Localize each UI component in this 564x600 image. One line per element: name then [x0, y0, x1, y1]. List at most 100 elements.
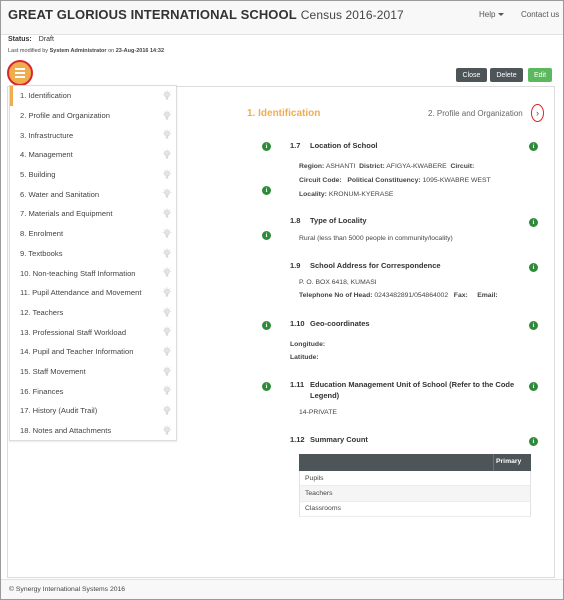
sidebar-item-label: 3. Infrastructure — [20, 130, 74, 140]
menu-bar-icon — [15, 72, 25, 74]
lightbulb-icon — [162, 405, 172, 417]
lightbulb-icon — [162, 247, 172, 260]
delete-button[interactable]: Delete — [490, 68, 523, 82]
sidebar-item[interactable]: 6. Water and Sanitation — [10, 184, 176, 204]
fax-label: Fax: — [453, 292, 468, 299]
section-title-text: Summary Count — [310, 435, 368, 444]
longitude-label-text: Longitude: — [290, 341, 326, 348]
phone-value: 0243482891/054864002 — [374, 292, 449, 299]
info-icon[interactable]: i — [262, 231, 271, 240]
hamburger-menu-button[interactable] — [7, 60, 33, 86]
sidebar-item[interactable]: 2. Profile and Organization — [10, 106, 176, 126]
district-value: AFIGYA-KWABERE — [386, 163, 447, 170]
census-label: Census 2016-2017 — [300, 8, 404, 22]
lightbulb-icon — [162, 90, 172, 102]
lightbulb-icon — [162, 228, 172, 240]
tab-identification[interactable]: 1. Identification — [247, 108, 320, 119]
sidebar-item[interactable]: 8. Enrolment — [10, 224, 176, 244]
lightbulb-icon — [162, 287, 172, 299]
section-title-text: Location of School — [310, 141, 378, 150]
contact-us-link[interactable]: Contact us — [521, 10, 559, 19]
sidebar-item[interactable]: 3. Infrastructure — [10, 125, 176, 145]
section-title: 1.10 Geo-coordinates — [290, 319, 370, 328]
lightbulb-icon — [162, 306, 172, 319]
sidebar-item[interactable]: 14. Pupil and Teacher Information — [10, 342, 176, 362]
status-line: Status: Draft — [8, 36, 54, 43]
info-icon[interactable]: i — [529, 263, 538, 272]
info-icon[interactable]: i — [529, 437, 538, 446]
modified-date: 23-Aug-2016 14:32 — [115, 48, 165, 54]
section-title-continued: Legend) — [310, 391, 340, 400]
section-title-text: Geo-coordinates — [310, 319, 370, 328]
sidebar-item[interactable]: 10. Non-teaching Staff Information — [10, 263, 176, 283]
sidebar-item[interactable]: 5. Building — [10, 165, 176, 185]
tab-profile-organization[interactable]: 2. Profile and Organization — [428, 109, 523, 118]
latitude-label-text: Latitude: — [290, 354, 319, 361]
locality-value: KRONUM-KYERASE — [328, 191, 394, 198]
sidebar-item-label: 17. History (Audit Trail) — [20, 406, 98, 416]
sidebar-item[interactable]: 16. Finances — [10, 381, 176, 401]
last-modified-line: Last modified by System Administrator on… — [8, 48, 164, 54]
sidebar-item[interactable]: 12. Teachers — [10, 303, 176, 323]
info-icon[interactable]: i — [529, 142, 538, 151]
section-title-text: Type of Locality — [310, 216, 367, 225]
sidebar-item-label: 15. Staff Movement — [20, 366, 86, 376]
sidebar-item[interactable]: 7. Materials and Equipment — [10, 204, 176, 224]
sidebar-item[interactable]: 9. Textbooks — [10, 244, 176, 264]
sidebar-item[interactable]: 1. Identification — [10, 86, 176, 106]
section-menu: 1. Identification 2. Profile and Organiza… — [9, 85, 177, 441]
latitude-label: Latitude: — [290, 354, 319, 361]
section-number: 1.8 — [290, 216, 301, 225]
info-icon[interactable]: i — [262, 321, 271, 330]
address-value: P. O. BOX 6418, KUMASI — [299, 279, 377, 286]
info-icon[interactable]: i — [262, 186, 271, 195]
lightbulb-icon — [162, 149, 172, 161]
info-icon[interactable]: i — [529, 321, 538, 330]
sidebar-item[interactable]: 15. Staff Movement — [10, 362, 176, 382]
edit-button[interactable]: Edit — [528, 68, 552, 82]
modified-on-label: on — [108, 48, 115, 54]
info-icon[interactable]: i — [262, 142, 271, 151]
status-value: Draft — [38, 36, 54, 43]
address-contact-line: Telephone No of Head: 0243482891/0548640… — [299, 292, 498, 299]
lightbulb-icon — [162, 267, 172, 279]
next-section-button[interactable]: › — [531, 104, 544, 122]
constituency-value: 1095-KWABRE WEST — [422, 177, 491, 184]
sidebar-item-label: 11. Pupil Attendance and Movement — [20, 288, 142, 298]
lightbulb-icon — [162, 208, 172, 220]
sidebar-item-label: 8. Enrolment — [20, 229, 64, 239]
location-line-3: Locality: KRONUM-KYERASE — [299, 191, 393, 198]
emu-value: 14-PRIVATE — [299, 409, 337, 416]
help-menu[interactable]: Help — [479, 10, 505, 19]
sidebar-item-label: 7. Materials and Equipment — [20, 209, 113, 219]
column-divider — [493, 454, 494, 471]
caret-down-icon — [498, 13, 505, 17]
section-title: 1.9 School Address for Correspondence — [290, 261, 441, 270]
info-icon[interactable]: i — [529, 382, 538, 391]
circuit-label: Circuit: — [450, 163, 475, 170]
info-icon[interactable]: i — [529, 218, 538, 227]
locality-type-value: Rural (less than 5000 people in communit… — [299, 235, 453, 242]
sidebar-item-label: 14. Pupil and Teacher Information — [20, 347, 134, 357]
region-value: ASHANTI — [325, 163, 356, 170]
close-button[interactable]: Close — [456, 68, 487, 82]
section-title-text: Education Management Unit of School (Ref… — [310, 380, 515, 389]
info-icon[interactable]: i — [262, 382, 271, 391]
sidebar-item-label: 10. Non-teaching Staff Information — [20, 268, 136, 278]
sidebar-item[interactable]: 11. Pupil Attendance and Movement — [10, 283, 176, 303]
sidebar-item[interactable]: 13. Professional Staff Workload — [10, 322, 176, 342]
sidebar-item-label: 2. Profile and Organization — [20, 111, 110, 121]
chevron-right-icon: › — [536, 108, 539, 118]
lightbulb-icon — [162, 424, 172, 437]
modified-prefix: Last modified by — [8, 48, 49, 54]
footer: © Synergy International Systems 2016 — [1, 579, 563, 599]
sidebar-item[interactable]: 17. History (Audit Trail) — [10, 401, 176, 421]
school-name: GREAT GLORIOUS INTERNATIONAL SCHOOL — [8, 7, 297, 22]
lightbulb-icon — [162, 346, 172, 358]
column-header: Primary — [496, 458, 522, 465]
school-title: GREAT GLORIOUS INTERNATIONAL SCHOOL Censu… — [8, 7, 404, 22]
sidebar-item[interactable]: 4. Management — [10, 145, 176, 165]
sidebar-item[interactable]: 18. Notes and Attachments — [10, 421, 176, 441]
section-title: 1.7 Location of School — [290, 141, 378, 150]
section-title: 1.8 Type of Locality — [290, 216, 367, 225]
